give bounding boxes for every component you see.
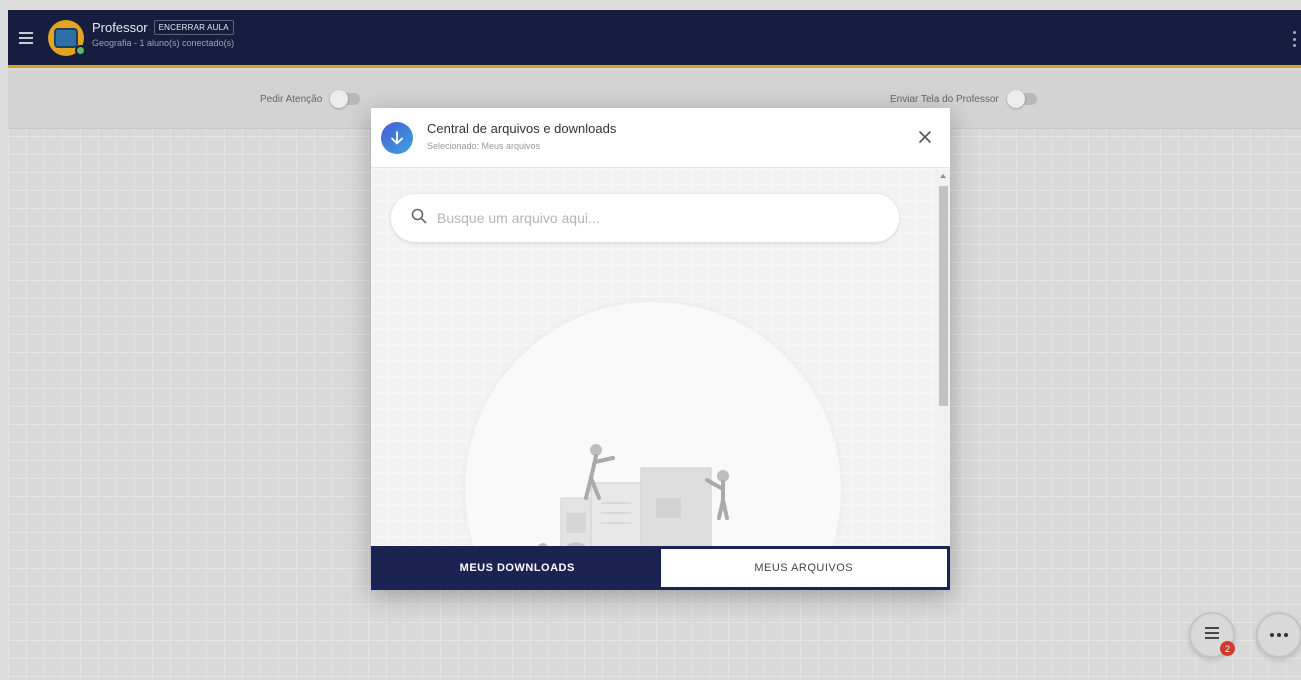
dialog-scrollbar[interactable] xyxy=(936,170,950,546)
close-icon[interactable] xyxy=(916,128,934,146)
top-bar: Professor ENCERRAR AULA Geografia - 1 al… xyxy=(8,10,1301,68)
request-attention-toggle[interactable] xyxy=(330,90,361,108)
teacher-name: Professor xyxy=(92,19,148,35)
teacher-avatar[interactable] xyxy=(48,19,86,56)
send-screen-label: Enviar Tela do Professor xyxy=(890,93,999,105)
screen-icon xyxy=(54,27,78,48)
search-bar[interactable] xyxy=(391,194,899,242)
empty-files-illustration xyxy=(538,444,729,546)
send-screen-control: Enviar Tela do Professor xyxy=(890,90,1037,108)
request-attention-control: Pedir Atenção xyxy=(260,90,361,108)
tab-my-downloads[interactable]: MEUS DOWNLOADS xyxy=(374,549,661,587)
tab-my-files[interactable]: MEUS ARQUIVOS xyxy=(660,549,947,587)
request-attention-label: Pedir Atenção xyxy=(260,93,323,105)
download-icon xyxy=(381,121,413,154)
more-vert-icon[interactable] xyxy=(1293,31,1297,47)
dialog-title: Central de arquivos e downloads xyxy=(427,120,617,136)
online-status-dot xyxy=(75,44,86,56)
send-screen-toggle[interactable] xyxy=(1006,90,1037,108)
selected-folder-label: Selecionado: Meus arquivos xyxy=(427,140,541,151)
scroll-up-arrow-icon[interactable] xyxy=(940,174,946,178)
more-options-button[interactable] xyxy=(1256,612,1301,658)
search-icon xyxy=(411,208,427,229)
dialog-body xyxy=(371,168,936,546)
class-info: Professor ENCERRAR AULA Geografia - 1 al… xyxy=(92,19,235,48)
notification-badge: 2 xyxy=(1220,641,1235,656)
dialog-tabs: MEUS DOWNLOADS MEUS ARQUIVOS xyxy=(371,546,950,590)
scroll-thumb[interactable] xyxy=(939,186,948,406)
file-center-dialog: Central de arquivos e downloads Selecion… xyxy=(371,108,950,590)
search-input[interactable] xyxy=(437,210,877,226)
end-class-button[interactable]: ENCERRAR AULA xyxy=(153,19,234,35)
dialog-header: Central de arquivos e downloads Selecion… xyxy=(371,108,950,168)
participants-list-button[interactable]: 2 xyxy=(1189,612,1235,658)
list-icon xyxy=(1204,626,1220,645)
hamburger-menu-icon[interactable] xyxy=(14,25,40,51)
class-subtitle: Geografia - 1 aluno(s) conectado(s) xyxy=(92,37,235,48)
more-horiz-icon xyxy=(1270,633,1288,637)
